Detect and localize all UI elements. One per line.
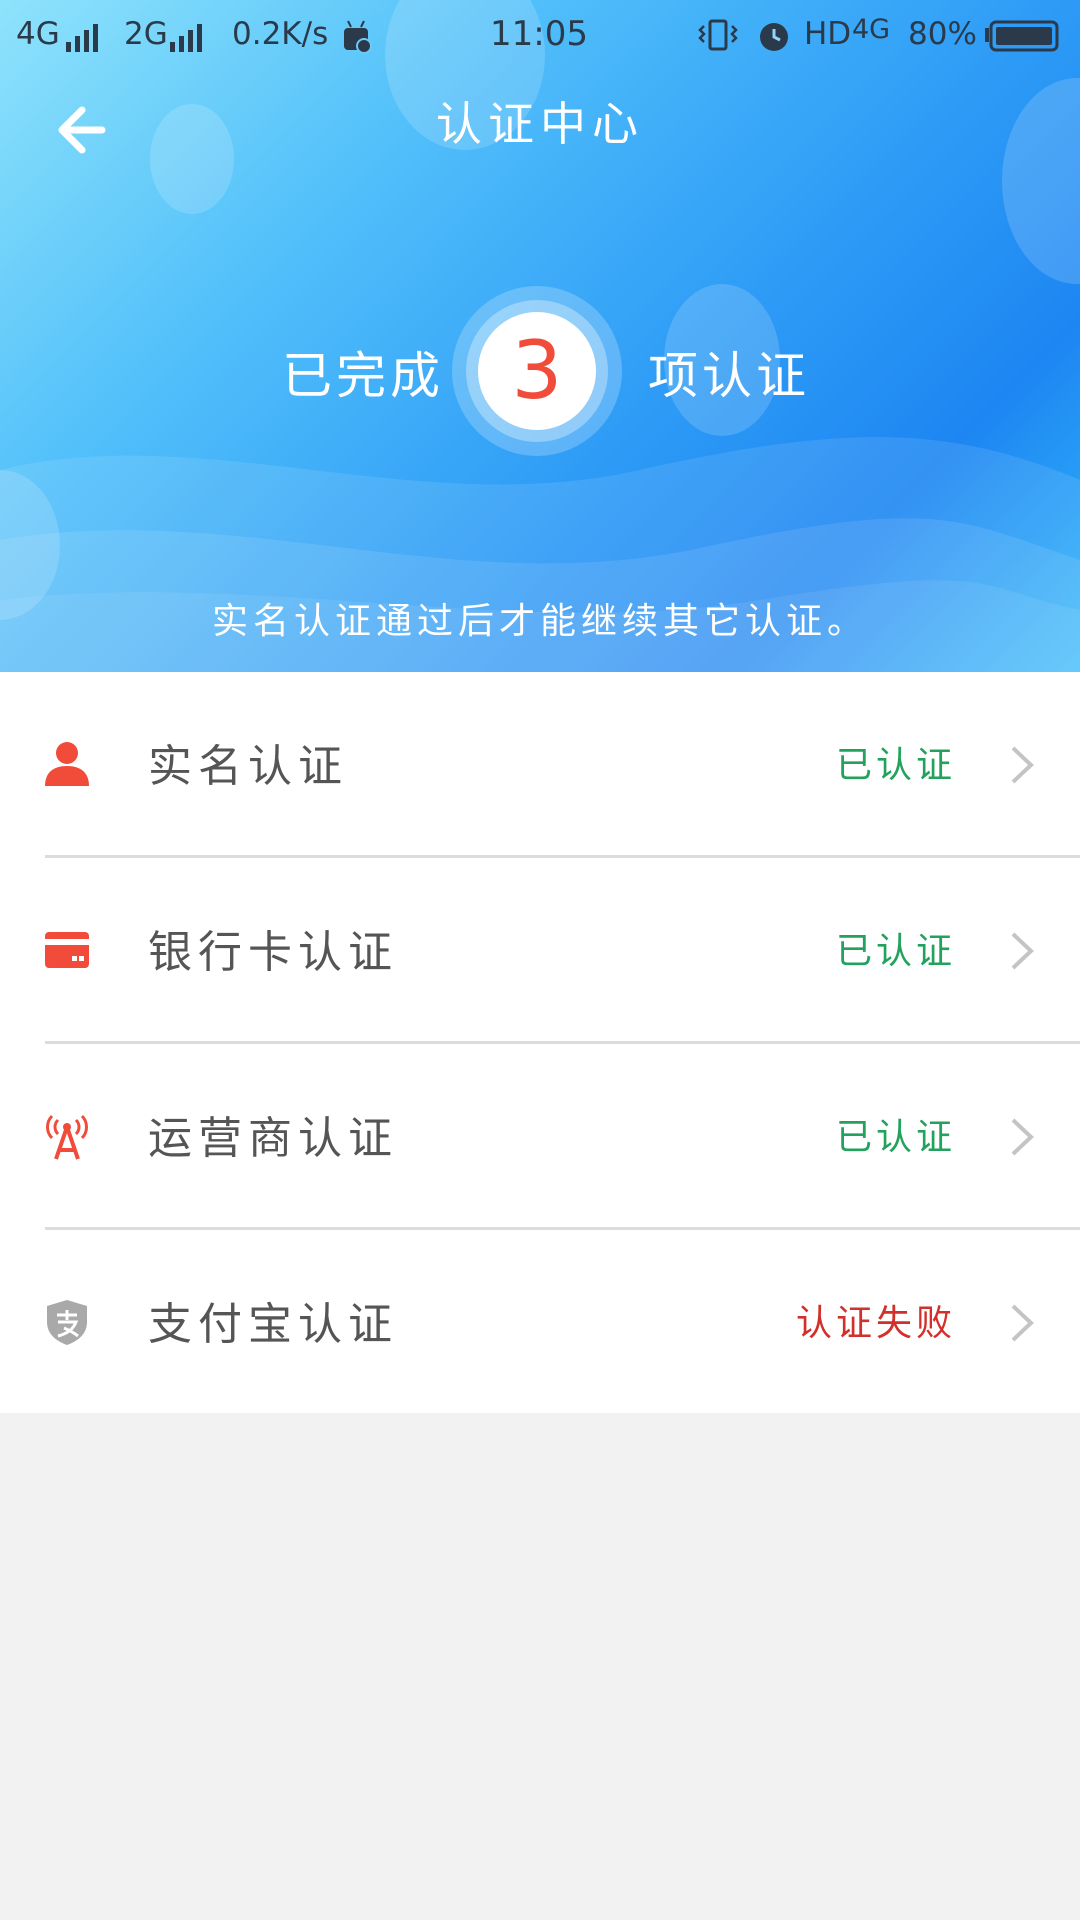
status-badge: 认证失败 xyxy=(795,1303,956,1344)
header-banner: 4G 2G 0.2K/s 11:05 HD 4G 80% 认证中心 已完成 3 … xyxy=(0,0,1080,672)
item-label: 银行卡认证 xyxy=(148,927,398,978)
network-4g-indicator: 4G xyxy=(852,14,891,45)
signal-tower-icon xyxy=(46,1114,88,1160)
status-bar: 4G 2G 0.2K/s 11:05 HD 4G 80% xyxy=(0,0,1080,72)
network-type-2: 2G xyxy=(124,16,168,52)
chevron-right-icon xyxy=(1011,1304,1034,1342)
signal-icon xyxy=(170,22,206,62)
network-type-1: 4G xyxy=(16,16,60,52)
completion-summary: 已完成 3 项认证 xyxy=(0,286,1080,456)
list-item-alipay[interactable]: 支付宝认证 认证失败 xyxy=(45,1227,1080,1413)
item-label: 实名认证 xyxy=(148,741,348,792)
battery-icon xyxy=(984,20,1060,62)
verification-list: 实名认证 已认证 银行卡认证 已认证 运营商认证 已认证 支付宝认证 认证失败 xyxy=(0,672,1080,1413)
list-item-real-name[interactable]: 实名认证 已认证 xyxy=(0,672,1080,855)
alarm-icon xyxy=(756,18,792,64)
chevron-right-icon xyxy=(1011,746,1034,784)
summary-suffix: 项认证 xyxy=(648,347,810,405)
network-speed: 0.2K/s xyxy=(232,16,329,52)
clock: 11:05 xyxy=(490,14,588,54)
status-badge: 已认证 xyxy=(835,745,956,786)
completed-count: 3 xyxy=(478,312,596,430)
signal-icon xyxy=(66,22,102,62)
verification-hint: 实名认证通过后才能继续其它认证。 xyxy=(211,601,868,642)
android-icon xyxy=(340,18,372,64)
person-icon xyxy=(45,742,89,786)
status-badge: 已认证 xyxy=(835,931,956,972)
page-title: 认证中心 xyxy=(436,97,644,151)
item-label: 支付宝认证 xyxy=(148,1299,398,1350)
summary-prefix: 已完成 xyxy=(282,347,444,405)
chevron-right-icon xyxy=(1011,1118,1034,1156)
vibrate-icon xyxy=(698,18,738,62)
hd-indicator: HD xyxy=(804,16,852,52)
chevron-right-icon xyxy=(1011,932,1034,970)
list-item-bank-card[interactable]: 银行卡认证 已认证 xyxy=(45,855,1080,1041)
bank-card-icon xyxy=(45,932,89,968)
item-label: 运营商认证 xyxy=(148,1113,398,1164)
alipay-shield-icon xyxy=(47,1300,87,1345)
list-item-carrier[interactable]: 运营商认证 已认证 xyxy=(45,1041,1080,1227)
status-badge: 已认证 xyxy=(835,1117,956,1158)
battery-percent: 80% xyxy=(908,16,977,52)
